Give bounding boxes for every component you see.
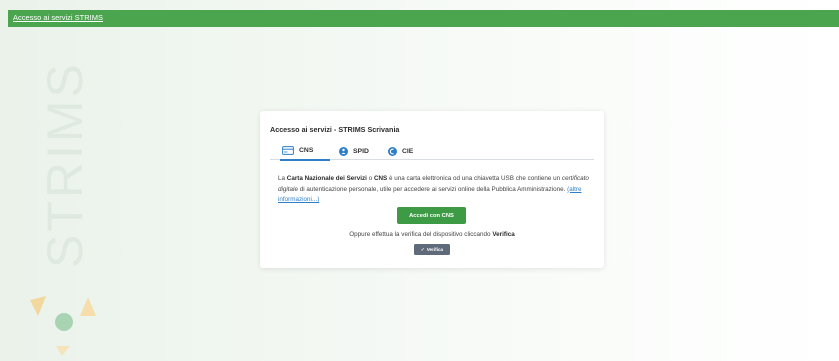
tab-spid-label: SPID [353,147,369,155]
logo-circle [55,313,73,331]
tab-cie[interactable]: CIE [388,142,413,160]
card-title: Accesso ai servizi - STRIMS Scrivania [270,125,400,134]
spid-icon [339,146,348,156]
card-icon [282,146,294,155]
top-bar: Accesso ai servizi STRIMS [8,10,839,27]
access-cns-button[interactable]: Accedi con CNS [397,207,466,224]
cie-icon [388,146,397,156]
verify-button[interactable]: ✓ Verifica [414,244,450,255]
tab-cie-label: CIE [402,147,414,155]
strims-watermark-logo: STRIMS [30,61,96,356]
services-access-link[interactable]: Accesso ai servizi STRIMS [13,13,103,22]
check-icon: ✓ [420,246,425,252]
verify-instructions: Oppure effettua la verifica del disposit… [349,231,515,238]
cns-description: La Carta Nazionale dei Servizi o CNS è u… [278,175,589,204]
logo-triangle-bottom [56,346,70,356]
login-card: Accesso ai servizi - STRIMS Scrivania CN… [260,111,604,268]
strims-watermark-text: STRIMS [37,61,93,268]
auth-tabs: CNS SPID CIE [270,140,594,161]
tab-cns-label: CNS [299,147,314,154]
logo-triangle-left [30,296,46,316]
tab-spid[interactable]: SPID [339,142,369,160]
tab-cns[interactable]: CNS [280,142,330,161]
verify-button-label: Verifica [426,247,444,252]
logo-triangle-right [80,297,96,316]
